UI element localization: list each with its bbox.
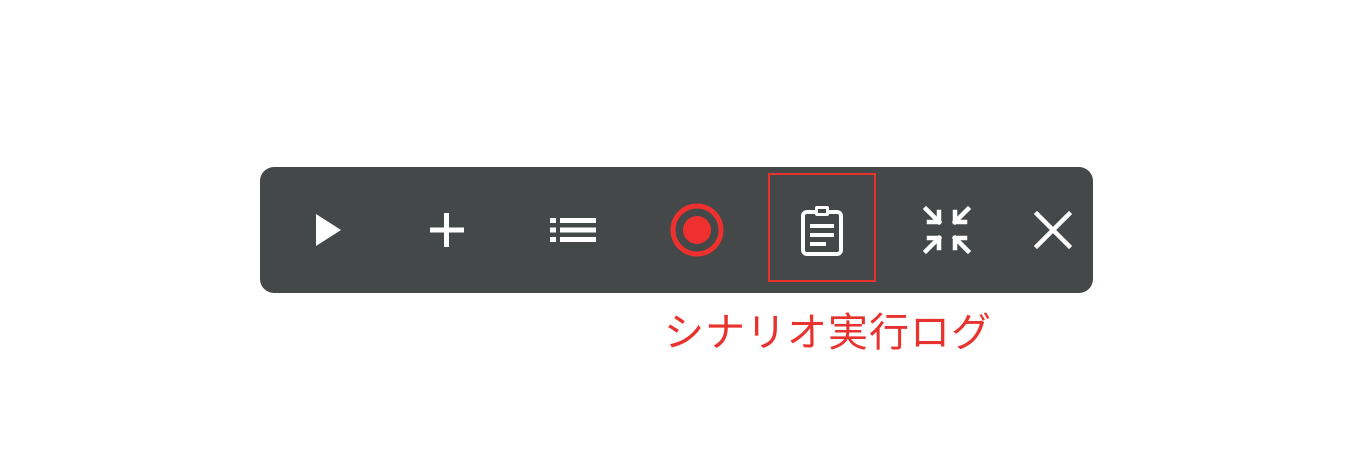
stage: シナリオ実行ログ xyxy=(0,0,1355,458)
add-button[interactable] xyxy=(422,167,472,293)
clipboard-icon xyxy=(801,206,843,256)
play-icon xyxy=(316,214,341,246)
collapse-icon xyxy=(922,205,972,255)
scenario-log-button[interactable] xyxy=(790,167,854,293)
record-icon xyxy=(670,203,724,257)
floating-toolbar xyxy=(260,167,1093,293)
plus-icon xyxy=(430,213,464,247)
list-button[interactable] xyxy=(543,167,603,293)
close-button[interactable] xyxy=(1028,167,1078,293)
list-icon xyxy=(550,218,596,242)
record-button[interactable] xyxy=(665,167,729,293)
play-button[interactable] xyxy=(300,167,350,293)
close-icon xyxy=(1033,210,1073,250)
collapse-button[interactable] xyxy=(917,167,977,293)
annotation-label: シナリオ実行ログ xyxy=(664,310,992,356)
